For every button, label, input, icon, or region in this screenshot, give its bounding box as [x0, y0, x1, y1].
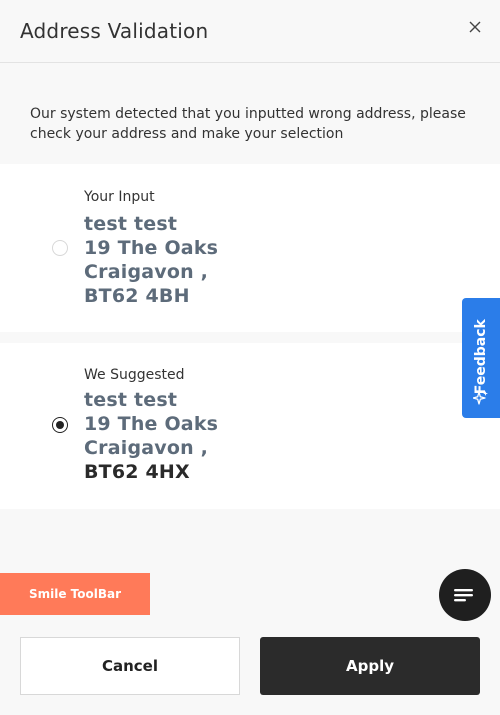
address-line: Craigavon , — [84, 437, 209, 459]
address-line: BT62 4BH — [84, 285, 190, 307]
option-label: Your Input — [84, 189, 155, 205]
feedback-label: Feedback — [473, 319, 489, 395]
close-icon[interactable] — [468, 20, 482, 34]
address-line: 19 The Oaks — [84, 237, 219, 259]
address-text: test test 19 The Oaks Craigavon , BT62 4… — [84, 388, 218, 484]
modal-title: Address Validation — [20, 19, 209, 43]
feedback-tab[interactable]: Feedback — [462, 298, 500, 418]
cancel-button[interactable]: Cancel — [20, 637, 240, 695]
intro-text: Our system detected that you inputted wr… — [30, 106, 466, 142]
address-validation-modal: Address Validation Our system detected t… — [0, 0, 500, 715]
address-line: Craigavon , — [84, 261, 209, 283]
smile-toolbar-button[interactable]: Smile ToolBar — [0, 573, 150, 615]
radio-your-input[interactable] — [52, 240, 68, 256]
radio-selected-dot — [56, 421, 64, 429]
address-line: 19 The Oaks — [84, 413, 219, 435]
modal-header: Address Validation — [0, 0, 500, 63]
address-line-changed: BT62 4HX — [84, 461, 190, 483]
option-we-suggested[interactable]: We Suggested test test 19 The Oaks Craig… — [0, 343, 500, 509]
apply-button[interactable]: Apply — [260, 637, 480, 695]
chat-menu-icon[interactable] — [439, 569, 491, 621]
sparkle-icon — [472, 390, 489, 406]
address-text: test test 19 The Oaks Craigavon , BT62 4… — [84, 212, 218, 308]
address-line: test test — [84, 389, 178, 411]
radio-we-suggested[interactable] — [52, 417, 68, 433]
address-line: test test — [84, 213, 178, 235]
option-label: We Suggested — [84, 367, 185, 383]
option-your-input[interactable]: Your Input test test 19 The Oaks Craigav… — [0, 164, 500, 332]
